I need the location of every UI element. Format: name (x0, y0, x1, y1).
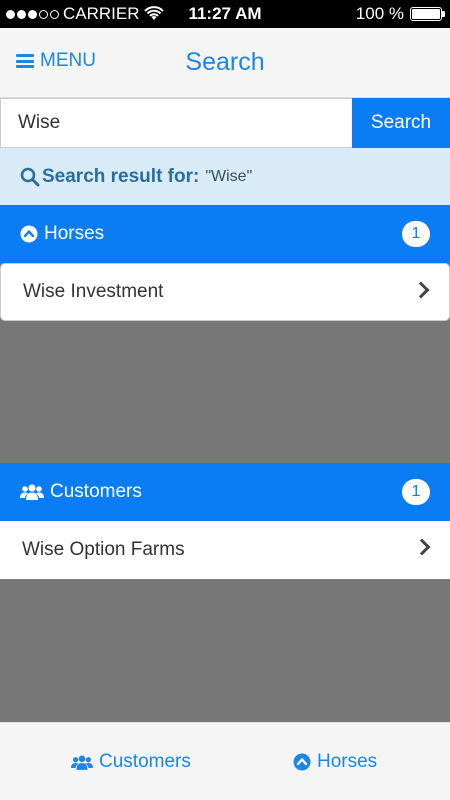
users-icon (71, 755, 93, 770)
section-header-horses[interactable]: Horses 1 (0, 205, 450, 263)
menu-button[interactable]: MENU (16, 50, 96, 72)
tab-label: Customers (99, 751, 191, 772)
bottom-tab-bar: Customers Horses (0, 722, 450, 800)
battery-icon (410, 7, 445, 21)
menu-label: MENU (40, 50, 96, 71)
section-title: Horses (44, 223, 105, 244)
hamburger-icon (16, 54, 34, 68)
search-icon (20, 167, 40, 186)
search-input[interactable] (0, 98, 352, 148)
list-item-label: Wise Investment (23, 281, 164, 302)
search-button[interactable]: Search (352, 98, 450, 148)
list-item-horse[interactable]: Wise Investment (0, 263, 450, 321)
tab-customers[interactable]: Customers (71, 751, 191, 773)
nav-bar: Search MENU (0, 28, 450, 98)
count-badge: 1 (402, 479, 430, 505)
list-item-customer[interactable]: Wise Option Farms (0, 521, 450, 579)
tab-label: Horses (317, 751, 378, 772)
list-item-label: Wise Option Farms (22, 539, 185, 560)
section-title: Customers (50, 481, 142, 502)
search-result-query: "Wise" (205, 167, 253, 185)
chevron-circle-up-icon (293, 753, 311, 771)
chevron-circle-up-icon (20, 225, 38, 243)
chevron-right-icon (413, 538, 431, 556)
users-icon (20, 484, 44, 500)
search-result-label: Search result for: (42, 165, 200, 187)
battery-percent: 100 % (355, 4, 404, 23)
count-badge: 1 (402, 221, 430, 247)
battery-info: 100 % (355, 0, 445, 28)
search-result-banner: Search result for: "Wise" (0, 148, 450, 205)
tab-horses[interactable]: Horses (293, 751, 377, 773)
chevron-right-icon (412, 281, 430, 299)
status-bar: CARRIER 11:27 AM 100 % (0, 0, 450, 28)
section-header-customers[interactable]: Customers 1 (0, 463, 450, 521)
search-bar: Search (0, 98, 450, 148)
